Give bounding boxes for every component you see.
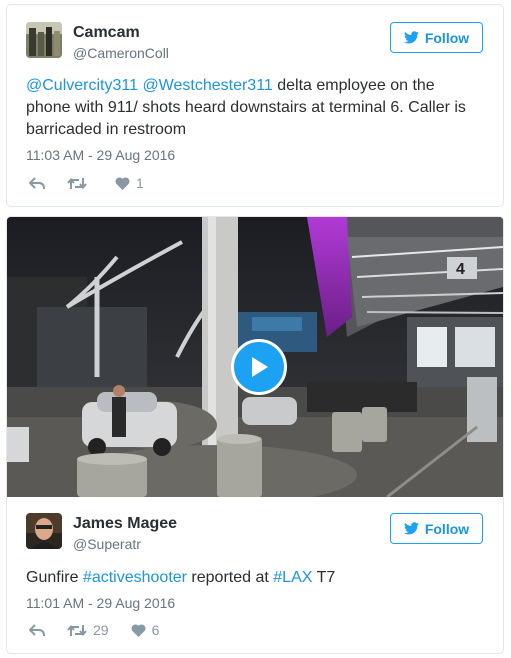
author-handle[interactable]: @Superatr <box>73 536 141 552</box>
follow-button[interactable]: Follow <box>390 513 483 544</box>
reply-icon <box>29 623 45 636</box>
retweet-button[interactable]: 29 <box>67 622 109 638</box>
mention-link[interactable]: @Westchester311 <box>142 77 272 94</box>
heart-icon <box>115 176 130 190</box>
twitter-bird-icon <box>403 522 419 535</box>
tweet-card-camcam: Camcam @CameronColl Follow @Culvercity31… <box>6 4 504 207</box>
tweet-text-mid: reported at <box>186 569 274 586</box>
tweet-text: @Culvercity311 @Westchester311 delta emp… <box>26 75 483 141</box>
timestamp[interactable]: 11:01 AM - 29 Aug 2016 <box>26 595 175 611</box>
retweet-button[interactable] <box>67 177 93 190</box>
video-thumbnail[interactable]: 4 <box>7 217 503 497</box>
follow-label: Follow <box>424 520 470 537</box>
author-handle[interactable]: @CameronColl <box>73 45 169 61</box>
tweet-card-james-magee: 4 James Magee @Superatr Follow Gunfire #… <box>6 216 504 654</box>
tweet-text-end: T7 <box>312 569 336 586</box>
reply-button[interactable] <box>29 623 45 637</box>
like-count: 1 <box>136 175 144 191</box>
play-icon <box>252 357 268 377</box>
avatar[interactable] <box>26 513 62 549</box>
action-bar: 1 <box>29 175 166 191</box>
retweet-icon <box>67 624 87 636</box>
heart-icon <box>131 623 146 637</box>
retweet-count: 29 <box>93 622 109 638</box>
like-button[interactable]: 1 <box>115 175 144 191</box>
reply-button[interactable] <box>29 176 45 190</box>
follow-button[interactable]: Follow <box>390 22 483 53</box>
avatar[interactable] <box>26 22 62 58</box>
author-name[interactable]: Camcam <box>73 24 140 42</box>
hashtag-link[interactable]: #LAX <box>273 569 312 586</box>
play-button[interactable] <box>231 339 287 395</box>
reply-icon <box>29 176 45 189</box>
author-name[interactable]: James Magee <box>73 515 177 533</box>
hashtag-link[interactable]: #activeshooter <box>83 569 187 586</box>
timestamp[interactable]: 11:03 AM - 29 Aug 2016 <box>26 147 175 163</box>
mention-link[interactable]: @Culvercity311 <box>26 77 138 94</box>
like-count: 6 <box>151 622 160 638</box>
like-button[interactable]: 6 <box>131 622 160 638</box>
tweet-text-start: Gunfire <box>26 569 83 586</box>
twitter-bird-icon <box>403 31 419 44</box>
terminal-sign: 4 <box>456 261 465 278</box>
follow-label: Follow <box>424 29 470 46</box>
action-bar: 29 6 <box>29 622 181 638</box>
retweet-icon <box>67 177 87 189</box>
tweet-text: Gunfire #activeshooter reported at #LAX … <box>26 567 483 589</box>
